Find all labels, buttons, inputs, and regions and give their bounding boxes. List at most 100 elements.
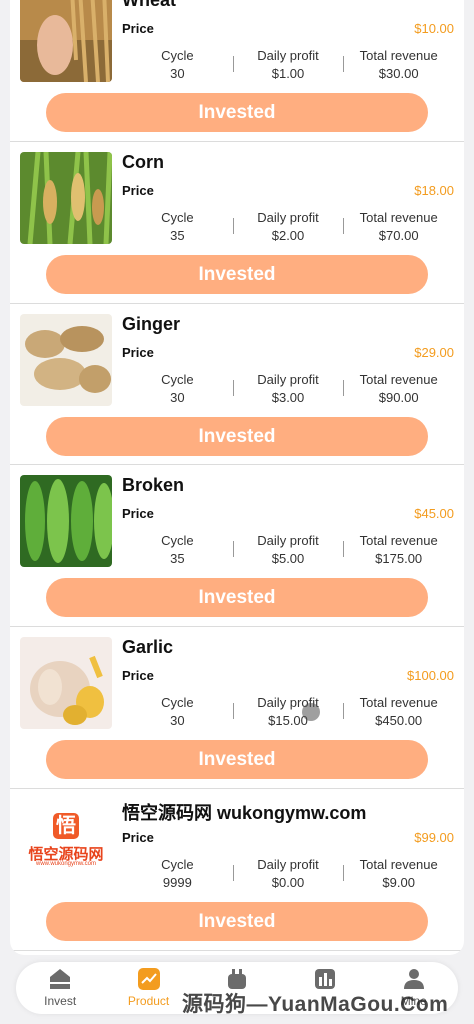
product-list: Wheat Price $10.00 Cycle 30 Daily profit $…	[10, 0, 464, 951]
chart-icon	[137, 968, 160, 990]
garlic-image	[20, 637, 112, 730]
total-revenue-value: $30.00	[378, 66, 419, 81]
cycle-label: Cycle	[161, 856, 194, 872]
total-revenue-label: Total revenue	[359, 371, 438, 387]
cycle-value: 30	[170, 389, 185, 405]
invested-button[interactable]: Invested	[46, 740, 428, 780]
logo-image: 悟 悟空源码网 www.wukongymw.com	[20, 798, 112, 891]
invested-button[interactable]: Invested	[46, 578, 428, 618]
total-revenue-value: $175.00	[375, 551, 423, 567]
wheat-image	[20, 0, 112, 82]
invested-button[interactable]: Invested	[46, 93, 428, 132]
cycle-stat: Cycle 30	[122, 371, 233, 411]
watermark-text: 源码狗—YuanMaGou.Com	[182, 993, 449, 1016]
total-revenue-stat: Total revenue $175.00	[343, 532, 454, 572]
daily-profit-label: Daily profit	[257, 856, 319, 872]
total-revenue-stat: Total revenue $30.00	[343, 47, 454, 87]
list-item: Broken Price $45.00 Cycle 35 Daily profit…	[10, 465, 464, 628]
daily-profit-value: $5.00	[271, 551, 305, 567]
cycle-value: 35	[170, 227, 185, 243]
daily-profit-label: Daily profit	[257, 48, 319, 63]
list-item: Ginger Price $29.00 Cycle 30 Daily profit…	[10, 304, 464, 466]
total-revenue-value: $450.00	[375, 713, 423, 729]
daily-profit-value: $2.00	[271, 227, 305, 243]
list-item: 悟 悟空源码网 www.wukongymw.com 悟空源码网 wukongym…	[10, 789, 464, 951]
daily-profit-stat: Daily profit $15.00	[232, 694, 344, 734]
total-revenue-label: Total revenue	[359, 209, 438, 225]
daily-profit-stat: Daily profit $0.00	[232, 856, 344, 896]
cycle-value: 30	[170, 713, 185, 729]
product-stats: Cycle 30 Daily profit $15.00 Total revenue…	[122, 694, 454, 734]
daily-profit-value: $3.00	[271, 389, 305, 405]
cycle-value: 30	[170, 66, 185, 81]
invested-button[interactable]: Invested	[46, 901, 428, 941]
daily-profit-stat: Daily profit $5.00	[232, 532, 344, 572]
cycle-stat: Cycle 35	[122, 532, 233, 572]
daily-profit-label: Daily profit	[257, 695, 319, 711]
daily-profit-stat: Daily profit $1.00	[232, 47, 344, 87]
list-item: Wheat Price $10.00 Cycle 30 Daily profit $…	[10, 0, 464, 142]
daily-profit-stat: Daily profit $3.00	[232, 371, 344, 411]
product-list-card: Wheat Price $10.00 Cycle 30 Daily profit $…	[10, 0, 464, 955]
tab-label: Invest	[44, 994, 77, 1008]
price-label: Price	[122, 506, 154, 522]
tab-label: Product	[127, 994, 170, 1008]
home-icon	[50, 969, 71, 989]
daily-profit-value: $15.00	[268, 713, 308, 729]
cycle-stat: Cycle 35	[122, 209, 233, 249]
product-stats: Cycle 30 Daily profit $3.00 Total revenue $…	[122, 371, 454, 411]
price-value: $29.00	[414, 344, 454, 360]
product-stats: Cycle 9999 Daily profit $0.00 Total revenu…	[122, 856, 454, 896]
total-revenue-stat: Total revenue $90.00	[343, 371, 454, 411]
total-revenue-value: $90.00	[378, 389, 419, 405]
list-item: Garlic Price $100.00 Cycle 30 Daily profi…	[10, 627, 464, 789]
tab-invest[interactable]: Invest	[20, 962, 100, 1008]
price-label: Price	[122, 344, 154, 360]
product-name: 悟空源码网 wukongymw.com	[122, 802, 367, 823]
logo-subtext: www.wukongymw.com	[35, 860, 97, 867]
product-name: Ginger	[122, 313, 181, 334]
price-label: Price	[122, 829, 154, 845]
price-value: $100.00	[407, 668, 454, 684]
ginger-image	[20, 313, 112, 406]
product-name: Garlic	[122, 637, 174, 658]
daily-profit-value: $0.00	[271, 874, 305, 890]
product-stats: Cycle 30 Daily profit $1.00 Total revenue $…	[122, 47, 454, 87]
daily-profit-stat: Daily profit $2.00	[232, 209, 344, 249]
total-revenue-label: Total revenue	[359, 695, 438, 711]
cycle-label: Cycle	[161, 533, 194, 549]
cycle-stat: Cycle 30	[122, 694, 233, 734]
price-value: $10.00	[414, 21, 454, 36]
daily-profit-label: Daily profit	[257, 209, 319, 225]
total-revenue-value: $9.00	[382, 874, 415, 890]
price-label: Price	[122, 182, 154, 198]
daily-profit-label: Daily profit	[257, 371, 319, 387]
total-revenue-label: Total revenue	[359, 533, 438, 549]
price-label: Price	[122, 668, 154, 684]
total-revenue-label: Total revenue	[359, 856, 438, 872]
product-name: Wheat	[122, 0, 176, 10]
cycle-label: Cycle	[161, 48, 194, 63]
cycle-stat: Cycle 30	[122, 47, 233, 87]
cycle-label: Cycle	[161, 695, 194, 711]
price-value: $45.00	[414, 506, 454, 522]
product-stats: Cycle 35 Daily profit $2.00 Total revenue $…	[122, 209, 454, 249]
invested-button[interactable]: Invested	[46, 254, 428, 294]
cycle-value: 35	[170, 551, 185, 567]
product-name: Corn	[122, 151, 164, 172]
total-revenue-stat: Total revenue $9.00	[343, 856, 454, 896]
daily-profit-label: Daily profit	[257, 533, 319, 549]
product-name: Broken	[122, 475, 185, 496]
cycle-stat: Cycle 9999	[122, 856, 233, 896]
price-value: $99.00	[414, 829, 454, 845]
price-value: $18.00	[414, 182, 454, 198]
logo-mark: 悟	[53, 812, 79, 839]
total-revenue-label: Total revenue	[359, 48, 438, 63]
total-revenue-stat: Total revenue $450.00	[343, 694, 454, 734]
price-label: Price	[122, 21, 154, 36]
tab-product[interactable]: Product	[109, 962, 189, 1008]
invested-button[interactable]: Invested	[46, 416, 428, 456]
touch-indicator	[302, 703, 320, 721]
cycle-value: 9999	[162, 874, 192, 890]
total-revenue-value: $70.00	[378, 227, 419, 243]
